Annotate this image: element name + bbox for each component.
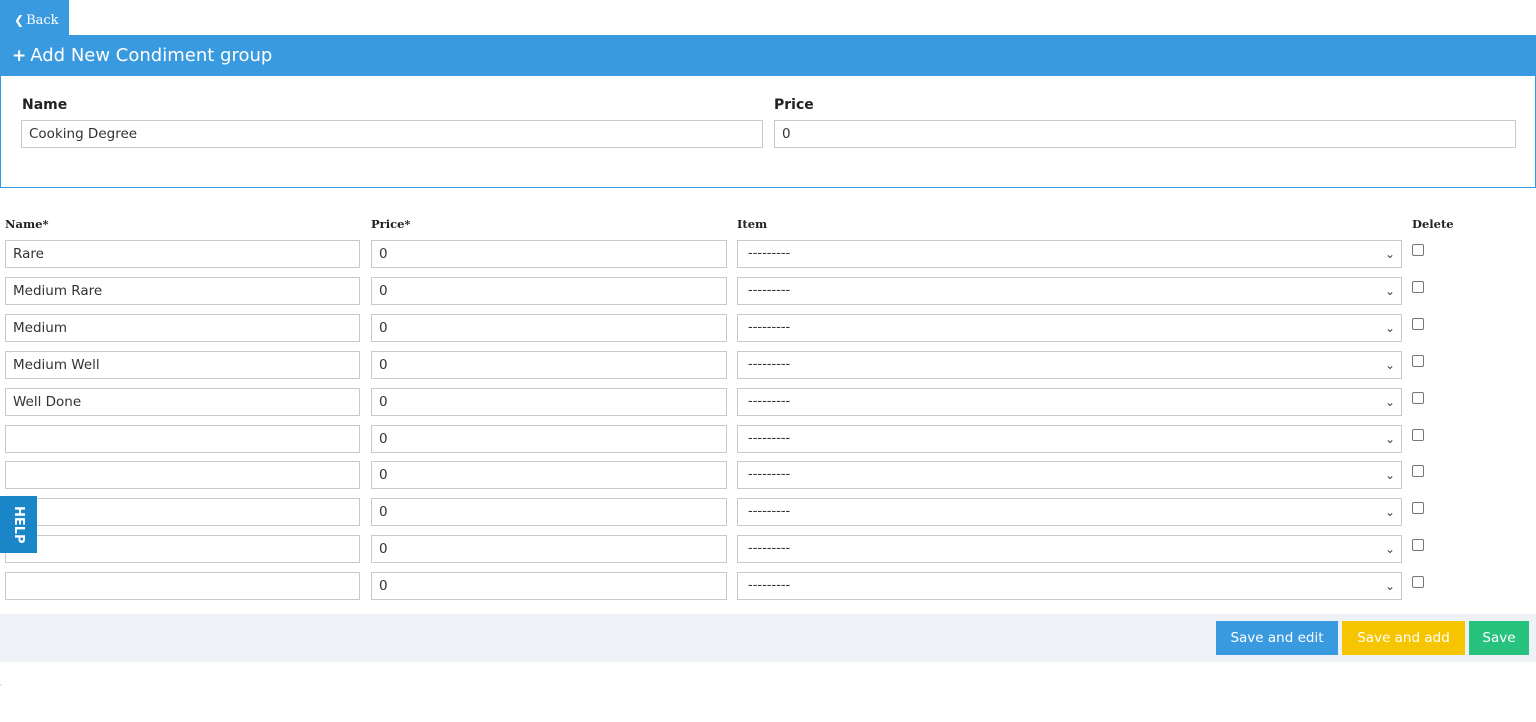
save-button[interactable]: Save [1469,621,1529,655]
condiment-name-input[interactable] [5,461,360,489]
condiment-price-input[interactable] [371,314,727,342]
condiment-price-input[interactable] [371,388,727,416]
chevron-down-icon: ⌄ [1384,321,1395,335]
group-price-label: Price [774,97,814,113]
condiment-row: --------- ⌄ [0,425,1536,453]
chevron-down-icon: ⌄ [1384,468,1395,482]
item-select-value: --------- [748,320,791,335]
condiment-row: --------- ⌄ [0,461,1536,489]
condiment-price-input[interactable] [371,498,727,526]
condiment-item-select[interactable]: --------- ⌄ [737,498,1402,526]
condiment-name-input[interactable] [5,535,360,563]
delete-checkbox[interactable] [1412,281,1424,293]
condiment-price-input[interactable] [371,240,727,268]
panel-header: + Add New Condiment group [1,35,1535,76]
delete-checkbox[interactable] [1412,576,1424,588]
stray-mark: ′ [0,683,2,692]
chevron-down-icon: ⌄ [1384,542,1395,556]
condiment-item-select[interactable]: --------- ⌄ [737,388,1402,416]
save-and-edit-button[interactable]: Save and edit [1216,621,1338,655]
condiment-row: --------- ⌄ [0,388,1536,416]
help-tab[interactable]: HELP [0,496,37,553]
condiment-price-input[interactable] [371,351,727,379]
chevron-down-icon: ⌄ [1384,247,1395,261]
condiment-row: --------- ⌄ [0,277,1536,305]
condiment-item-select[interactable]: --------- ⌄ [737,572,1402,600]
action-bar: Save and edit Save and add Save [0,614,1536,662]
delete-checkbox[interactable] [1412,392,1424,404]
condiment-name-input[interactable] [5,277,360,305]
condiment-row: --------- ⌄ [0,535,1536,563]
condiment-name-input[interactable] [5,351,360,379]
condiment-item-select[interactable]: --------- ⌄ [737,535,1402,563]
delete-checkbox[interactable] [1412,355,1424,367]
column-header-name: Name* [5,217,49,231]
delete-checkbox[interactable] [1412,465,1424,477]
chevron-left-icon: ❮ [14,13,25,27]
chevron-down-icon: ⌄ [1384,395,1395,409]
column-header-price: Price* [371,217,411,231]
item-select-value: --------- [748,541,791,556]
delete-checkbox[interactable] [1412,539,1424,551]
item-select-value: --------- [748,357,791,372]
column-header-item: Item [737,217,768,231]
condiment-item-select[interactable]: --------- ⌄ [737,461,1402,489]
item-select-value: --------- [748,394,791,409]
chevron-down-icon: ⌄ [1384,505,1395,519]
condiment-row: --------- ⌄ [0,314,1536,342]
condiment-price-input[interactable] [371,535,727,563]
condiment-name-input[interactable] [5,314,360,342]
save-and-add-button[interactable]: Save and add [1342,621,1465,655]
condiment-price-input[interactable] [371,425,727,453]
item-select-value: --------- [748,578,791,593]
chevron-down-icon: ⌄ [1384,358,1395,372]
item-select-value: --------- [748,431,791,446]
condiment-item-select[interactable]: --------- ⌄ [737,425,1402,453]
condiment-name-input[interactable] [5,498,360,526]
column-header-delete: Delete [1412,217,1454,231]
item-select-value: --------- [748,467,791,482]
condiment-item-select[interactable]: --------- ⌄ [737,277,1402,305]
condiment-item-select[interactable]: --------- ⌄ [737,351,1402,379]
condiment-row: --------- ⌄ [0,351,1536,379]
condiment-name-input[interactable] [5,425,360,453]
delete-checkbox[interactable] [1412,429,1424,441]
item-select-value: --------- [748,283,791,298]
condiment-price-input[interactable] [371,461,727,489]
group-price-input[interactable] [774,120,1516,148]
condiment-name-input[interactable] [5,572,360,600]
condiment-name-input[interactable] [5,240,360,268]
plus-icon: + [12,46,27,66]
delete-checkbox[interactable] [1412,318,1424,330]
condiment-row: --------- ⌄ [0,240,1536,268]
condiment-item-select[interactable]: --------- ⌄ [737,314,1402,342]
group-name-input[interactable] [21,120,763,148]
back-label: Back [26,13,59,28]
condiment-price-input[interactable] [371,277,727,305]
help-label: HELP [11,505,26,544]
delete-checkbox[interactable] [1412,502,1424,514]
chevron-down-icon: ⌄ [1384,284,1395,298]
condiment-row: --------- ⌄ [0,498,1536,526]
item-select-value: --------- [748,246,791,261]
item-select-value: --------- [748,504,791,519]
panel-title: Add New Condiment group [30,45,273,66]
back-button[interactable]: ❮ Back [0,0,69,36]
delete-checkbox[interactable] [1412,244,1424,256]
group-name-label: Name [22,97,68,113]
condiment-row: --------- ⌄ [0,572,1536,600]
condiment-price-input[interactable] [371,572,727,600]
condiment-group-panel: +Add New Condiment group Name Price [0,35,1536,188]
condiment-name-input[interactable] [5,388,360,416]
chevron-down-icon: ⌄ [1384,579,1395,593]
condiment-item-select[interactable]: --------- ⌄ [737,240,1402,268]
chevron-down-icon: ⌄ [1384,432,1395,446]
